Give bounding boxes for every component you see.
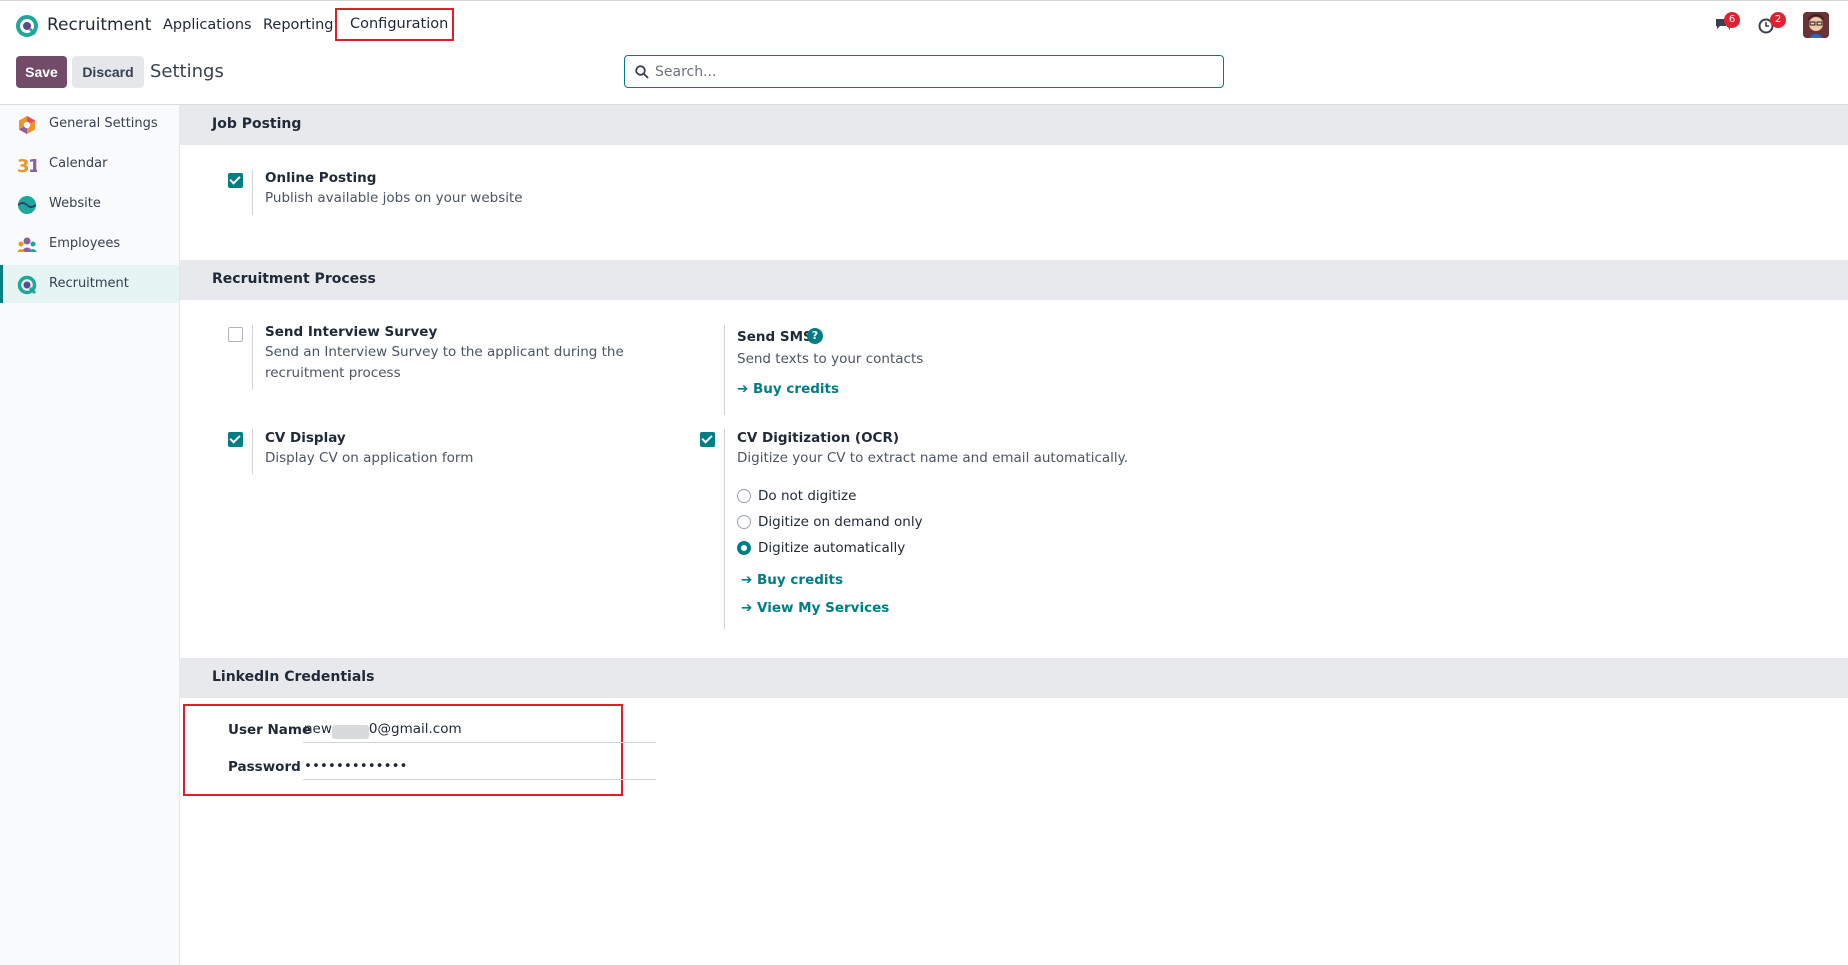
section-header-linkedin: LinkedIn Credentials [180,658,1848,698]
discard-button[interactable]: Discard [72,56,144,88]
option-divider [252,429,253,474]
cv-ocr-desc: Digitize your CV to extract name and ema… [737,450,1129,466]
radio-digitize-automatically[interactable] [737,541,751,555]
username-prefix: new [304,721,332,737]
sidebar-item-employees[interactable]: Employees [0,225,179,263]
interview-survey-desc-1: Send an Interview Survey to the applican… [265,344,624,360]
control-panel: Save Discard Settings [0,48,1848,104]
section-title: Job Posting [212,116,302,132]
view-my-services-link[interactable]: ➔ View My Services [741,600,889,616]
password-value: ••••••••••••• [304,758,408,774]
menu-configuration[interactable]: Configuration [335,8,454,41]
online-posting-checkbox[interactable] [228,173,243,188]
cv-ocr-checkbox[interactable] [700,432,715,447]
sidebar-item-recruitment[interactable]: Recruitment [0,265,179,303]
cv-display-checkbox[interactable] [228,432,243,447]
send-sms-desc: Send texts to your contacts [737,351,924,367]
section-title: Recruitment Process [212,271,376,287]
ocr-buy-credits-link[interactable]: ➔ Buy credits [741,572,843,588]
online-posting-title: Online Posting [265,170,377,186]
option-divider [252,170,253,215]
interview-survey-title: Send Interview Survey [265,324,438,340]
password-field[interactable]: ••••••••••••• [303,758,656,780]
activities-count-badge: 2 [1770,12,1786,28]
menu-reporting[interactable]: Reporting [263,17,334,33]
radio-do-not-digitize[interactable] [737,489,751,503]
user-avatar-image [1803,12,1829,38]
interview-survey-desc-2: recruitment process [265,365,401,381]
settings-content: Job Posting Online Posting Publish avail… [180,104,1848,965]
password-label: Password [228,759,301,775]
cv-display-title: CV Display [265,430,346,446]
arrow-right-icon: ➔ [737,381,754,397]
section-title: LinkedIn Credentials [212,669,375,685]
user-avatar[interactable] [1803,12,1829,38]
linkedin-credentials-highlight: User Name new 0@gmail.com Password ••••••… [183,704,656,796]
top-navbar: Recruitment Applications Reporting Confi… [0,0,1848,48]
cv-display-desc: Display CV on application form [265,450,474,466]
menu-configuration-label: Configuration [350,16,449,32]
online-posting-desc: Publish available jobs on your website [265,190,523,206]
activities-button[interactable]: 2 [1758,12,1786,38]
employees-icon [17,237,37,252]
help-icon[interactable]: ? [807,328,823,344]
sidebar-item-label: Website [49,196,101,211]
section-header-job-posting: Job Posting [180,105,1848,145]
username-label: User Name [228,722,312,738]
option-divider [724,325,725,415]
menu-applications[interactable]: Applications [163,17,252,33]
search-bar[interactable] [624,55,1224,88]
sidebar-item-calendar[interactable]: 3 1 Calendar [0,145,179,183]
website-icon [18,196,36,214]
cv-ocr-title: CV Digitization (OCR) [737,430,900,446]
section-header-recruitment-process: Recruitment Process [180,260,1848,300]
radio-label-digitize-automatically: Digitize automatically [758,540,906,556]
sidebar-item-label: Employees [49,236,121,251]
username-suffix: 0@gmail.com [368,721,462,737]
arrow-right-icon: ➔ [741,600,758,616]
view-my-services-label: View My Services [757,600,890,616]
page-title: Settings [150,61,224,82]
sidebar-item-label: General Settings [49,116,158,131]
recruitment-icon [17,275,37,295]
search-icon [635,65,649,79]
ocr-buy-credits-label: Buy credits [757,572,844,588]
redaction-blur [332,725,369,739]
search-input[interactable] [655,62,1195,82]
calendar-icon: 3 1 [17,156,37,175]
option-divider [724,429,725,629]
sidebar-item-label: Recruitment [49,276,129,291]
send-sms-title: Send SMS [737,329,813,345]
radio-label-digitize-on-demand: Digitize on demand only [758,514,923,530]
arrow-right-icon: ➔ [741,572,758,588]
sms-buy-credits-link[interactable]: ➔ Buy credits [737,381,839,397]
app-name[interactable]: Recruitment [47,15,151,35]
radio-label-do-not-digitize: Do not digitize [758,488,857,504]
messages-count-badge: 6 [1724,12,1740,28]
sidebar-item-website[interactable]: Website [0,185,179,223]
sms-buy-credits-label: Buy credits [753,381,840,397]
sidebar-item-label: Calendar [49,156,108,171]
sidebar-item-general-settings[interactable]: General Settings [0,105,179,143]
radio-digitize-on-demand[interactable] [737,515,751,529]
recruitment-app-icon[interactable] [16,15,38,37]
general-settings-icon [19,116,35,134]
option-divider [252,325,253,390]
settings-sidebar: General Settings 3 1 Calendar Website Em… [0,104,180,965]
messages-button[interactable]: 6 [1714,12,1740,37]
interview-survey-checkbox[interactable] [228,327,243,342]
svg-text:1: 1 [28,156,37,175]
save-button[interactable]: Save [16,56,67,88]
